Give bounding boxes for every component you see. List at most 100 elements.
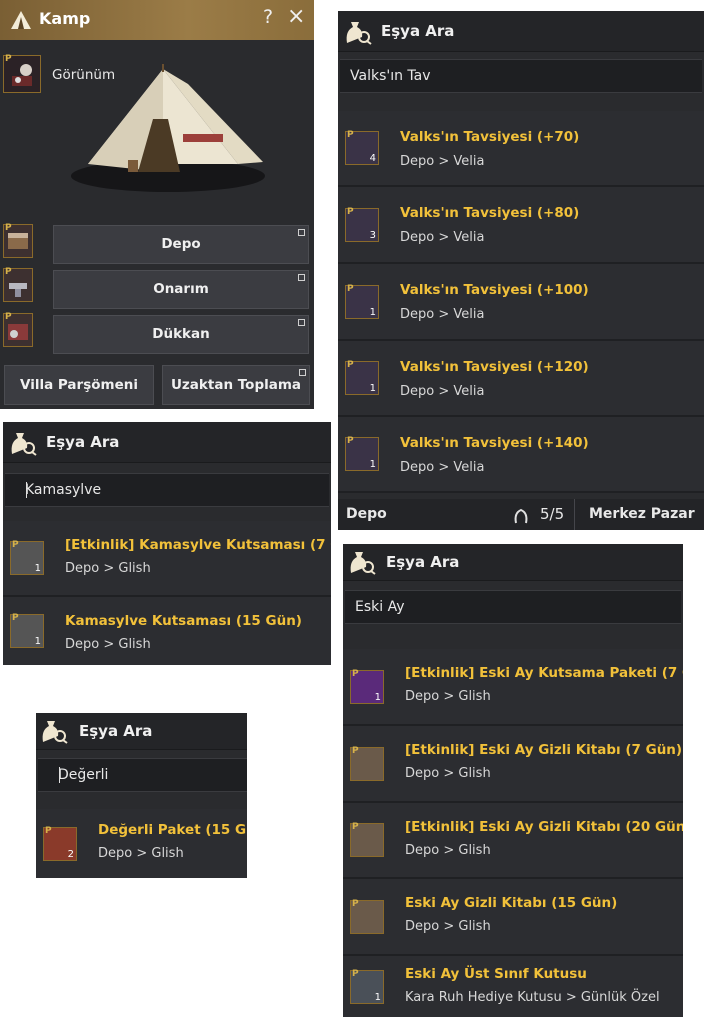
close-icon[interactable]: × xyxy=(287,4,305,29)
result-row[interactable]: P1 Valks'ın Tavsiyesi (+100) Depo > Veli… xyxy=(338,264,704,341)
item-name: Eski Ay Gizli Kitabı (15 Gün) xyxy=(405,895,618,911)
book-item-icon: P xyxy=(350,746,384,781)
scroll-item-icon: P1 xyxy=(345,436,379,471)
search-input[interactable]: Kamasylve xyxy=(5,473,329,507)
item-location: Depo > Velia xyxy=(400,460,485,475)
camp-title: Kamp xyxy=(39,9,91,28)
item-count: 1 xyxy=(369,459,376,470)
item-name: Valks'ın Tavsiyesi (+140) xyxy=(400,435,589,451)
item-name: Kamasylve Kutsaması (15 Gün) xyxy=(65,613,302,629)
result-row[interactable]: P3 Valks'ın Tavsiyesi (+80) Depo > Velia xyxy=(338,187,704,264)
result-row[interactable]: P1 Kamasylve Kutsaması (15 Gün) Depo > G… xyxy=(3,597,331,665)
item-location: Depo > Glish xyxy=(405,919,491,934)
item-count: 3 xyxy=(369,229,376,241)
result-row[interactable]: P1 [Etkinlik] Eski Ay Kutsama Paketi (7 … xyxy=(343,649,683,726)
item-search-panel-kamasylve: Eşya Ara Kamasylve P1 [Etkinlik] Kamasyl… xyxy=(3,422,331,665)
item-location: Depo > Velia xyxy=(400,307,485,322)
search-input[interactable]: Eski Ay xyxy=(345,590,681,624)
shop-slot[interactable]: P xyxy=(3,312,33,347)
tree-item-icon: P1 xyxy=(10,613,44,648)
tent-icon xyxy=(11,11,31,29)
scroll-item-icon: P4 xyxy=(345,130,379,165)
repair-slot[interactable]: P xyxy=(3,267,33,302)
item-location: Depo > Glish xyxy=(65,637,151,652)
search-input-value: Eski Ay xyxy=(355,599,405,615)
footer-central-market-tab[interactable]: Merkez Pazar xyxy=(589,506,695,522)
camp-appearance-icon xyxy=(12,64,32,86)
item-count: 1 xyxy=(369,383,376,394)
help-icon[interactable]: ? xyxy=(263,6,273,28)
storage-button[interactable]: Depo xyxy=(53,225,309,264)
result-row[interactable]: P1 Valks'ın Tavsiyesi (+120) Depo > Veli… xyxy=(338,341,704,417)
item-name: Valks'ın Tavsiyesi (+70) xyxy=(400,129,580,145)
result-row[interactable]: P [Etkinlik] Eski Ay Gizli Kitabı (7 Gün… xyxy=(343,726,683,803)
search-header: Eşya Ara xyxy=(338,11,704,52)
result-row[interactable]: P1 Valks'ın Tavsiyesi (+140) Depo > Veli… xyxy=(338,417,704,493)
item-search-icon xyxy=(350,552,376,575)
item-location: Depo > Glish xyxy=(98,846,184,861)
search-input[interactable]: Valks'ın Tav xyxy=(340,59,702,93)
storage-button-label: Depo xyxy=(161,236,201,252)
text-caret xyxy=(59,767,60,783)
popout-icon xyxy=(298,274,305,281)
item-location: Depo > Velia xyxy=(400,384,485,399)
footer-storage-tab[interactable]: Depo xyxy=(346,506,387,522)
item-count: 1 xyxy=(34,636,41,647)
item-search-panel-eskiay: Eşya Ara Eski Ay P1 [Etkinlik] Eski Ay K… xyxy=(343,544,683,1017)
item-search-panel-valks: Eşya Ara Valks'ın Tav P4 Valks'ın Tavsiy… xyxy=(338,11,704,530)
shop-icon xyxy=(8,324,28,340)
item-name: [Etkinlik] Eski Ay Gizli Kitabı (20 Gün) xyxy=(405,819,683,835)
popout-icon xyxy=(299,369,306,376)
result-row[interactable]: P Eski Ay Gizli Kitabı (15 Gün) Depo > G… xyxy=(343,879,683,956)
storage-slot[interactable]: P xyxy=(3,223,33,258)
search-title: Eşya Ara xyxy=(386,553,460,571)
search-input-value: Valks'ın Tav xyxy=(350,68,431,84)
result-row[interactable]: P1 [Etkinlik] Kamasylve Kutsaması (7 Gün… xyxy=(3,521,331,597)
package-item-icon: P2 xyxy=(43,826,77,861)
item-count: 4 xyxy=(369,153,376,164)
result-row[interactable]: P1 Eski Ay Üst Sınıf Kutusu Kara Ruh Hed… xyxy=(343,956,683,1017)
item-name: [Etkinlik] Kamasylve Kutsaması (7 Gün) xyxy=(65,537,331,553)
item-location: Depo > Glish xyxy=(405,843,491,858)
item-count: 1 xyxy=(369,306,376,318)
scroll-item-icon: P1 xyxy=(345,360,379,395)
text-caret xyxy=(26,482,27,498)
shop-button-label: Dükkan xyxy=(152,326,210,342)
item-location: Depo > Velia xyxy=(400,230,485,245)
item-location: Depo > Glish xyxy=(405,766,491,781)
result-row[interactable]: P2 Değerli Paket (15 Gün) Depo > Glish xyxy=(36,809,247,878)
capacity-count: 5/5 xyxy=(540,505,565,523)
search-input-value: Kamasylve xyxy=(25,482,102,498)
item-search-icon xyxy=(11,433,37,456)
remote-gather-button[interactable]: Uzaktan Toplama xyxy=(162,365,310,405)
book-item-icon: P xyxy=(350,899,384,934)
shop-button[interactable]: Dükkan xyxy=(53,315,309,354)
result-row[interactable]: P4 Valks'ın Tavsiyesi (+70) Depo > Velia xyxy=(338,111,704,187)
item-name: Valks'ın Tavsiyesi (+80) xyxy=(400,205,580,221)
chest-icon xyxy=(8,233,28,249)
item-search-panel-degerli: Eşya Ara Değerli P2 Değerli Paket (15 Gü… xyxy=(36,713,247,878)
item-name: [Etkinlik] Eski Ay Gizli Kitabı (7 Gün) xyxy=(405,742,683,758)
appearance-slot[interactable]: P xyxy=(3,54,41,93)
item-location: Kara Ruh Hediye Kutusu > Günlük Özel xyxy=(405,990,660,1005)
item-count: 2 xyxy=(67,848,74,860)
chest-item-icon: P1 xyxy=(350,669,384,704)
scroll-item-icon: P1 xyxy=(345,284,379,319)
search-header: Eşya Ara xyxy=(343,544,683,581)
popout-icon xyxy=(298,319,305,326)
item-search-icon xyxy=(42,721,68,744)
tree-item-icon: P1 xyxy=(10,540,44,575)
footer-divider xyxy=(574,499,575,530)
item-count: 1 xyxy=(374,991,381,1003)
item-name: Valks'ın Tavsiyesi (+120) xyxy=(400,359,589,375)
item-count: 1 xyxy=(374,691,381,703)
item-search-icon xyxy=(346,22,372,45)
result-row[interactable]: P [Etkinlik] Eski Ay Gizli Kitabı (20 Gü… xyxy=(343,803,683,879)
search-input-value: Değerli xyxy=(58,767,109,783)
search-input[interactable]: Değerli xyxy=(38,758,247,792)
search-title: Eşya Ara xyxy=(381,22,455,40)
camp-header: Kamp ? × xyxy=(0,0,314,40)
villa-scroll-button[interactable]: Villa Parşömeni xyxy=(4,365,154,405)
repair-button[interactable]: Onarım xyxy=(53,270,309,309)
search-footer: Depo 5/5 Merkez Pazar xyxy=(338,499,704,530)
